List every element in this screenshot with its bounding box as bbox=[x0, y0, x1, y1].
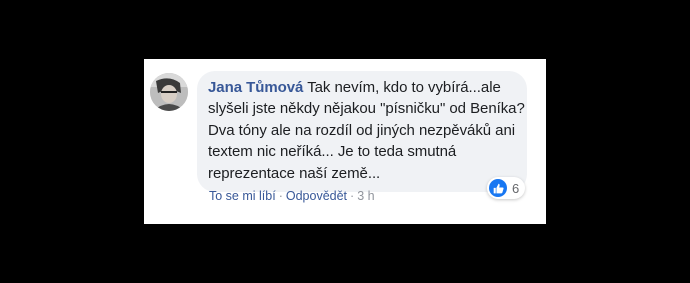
separator: · bbox=[278, 189, 283, 203]
comment-actions: To se mi líbí · Odpovědět · 3 h bbox=[209, 189, 375, 203]
timestamp[interactable]: 3 h bbox=[357, 189, 374, 203]
like-icon bbox=[489, 179, 507, 197]
comment-bubble: Jana Tůmová Tak nevím, kdo to vybírá...a… bbox=[197, 71, 527, 192]
reaction-summary[interactable]: 6 bbox=[487, 177, 526, 199]
reaction-count: 6 bbox=[512, 180, 520, 196]
reply-button[interactable]: Odpovědět bbox=[286, 189, 347, 203]
separator: · bbox=[350, 189, 355, 203]
comment-body: Jana Tůmová Tak nevím, kdo to vybírá...a… bbox=[208, 77, 526, 184]
profile-photo-icon bbox=[150, 73, 188, 111]
comment-card: Jana Tůmová Tak nevím, kdo to vybírá...a… bbox=[144, 59, 546, 224]
author-name[interactable]: Jana Tůmová bbox=[208, 79, 303, 96]
avatar[interactable] bbox=[150, 73, 188, 111]
like-button[interactable]: To se mi líbí bbox=[209, 189, 276, 203]
